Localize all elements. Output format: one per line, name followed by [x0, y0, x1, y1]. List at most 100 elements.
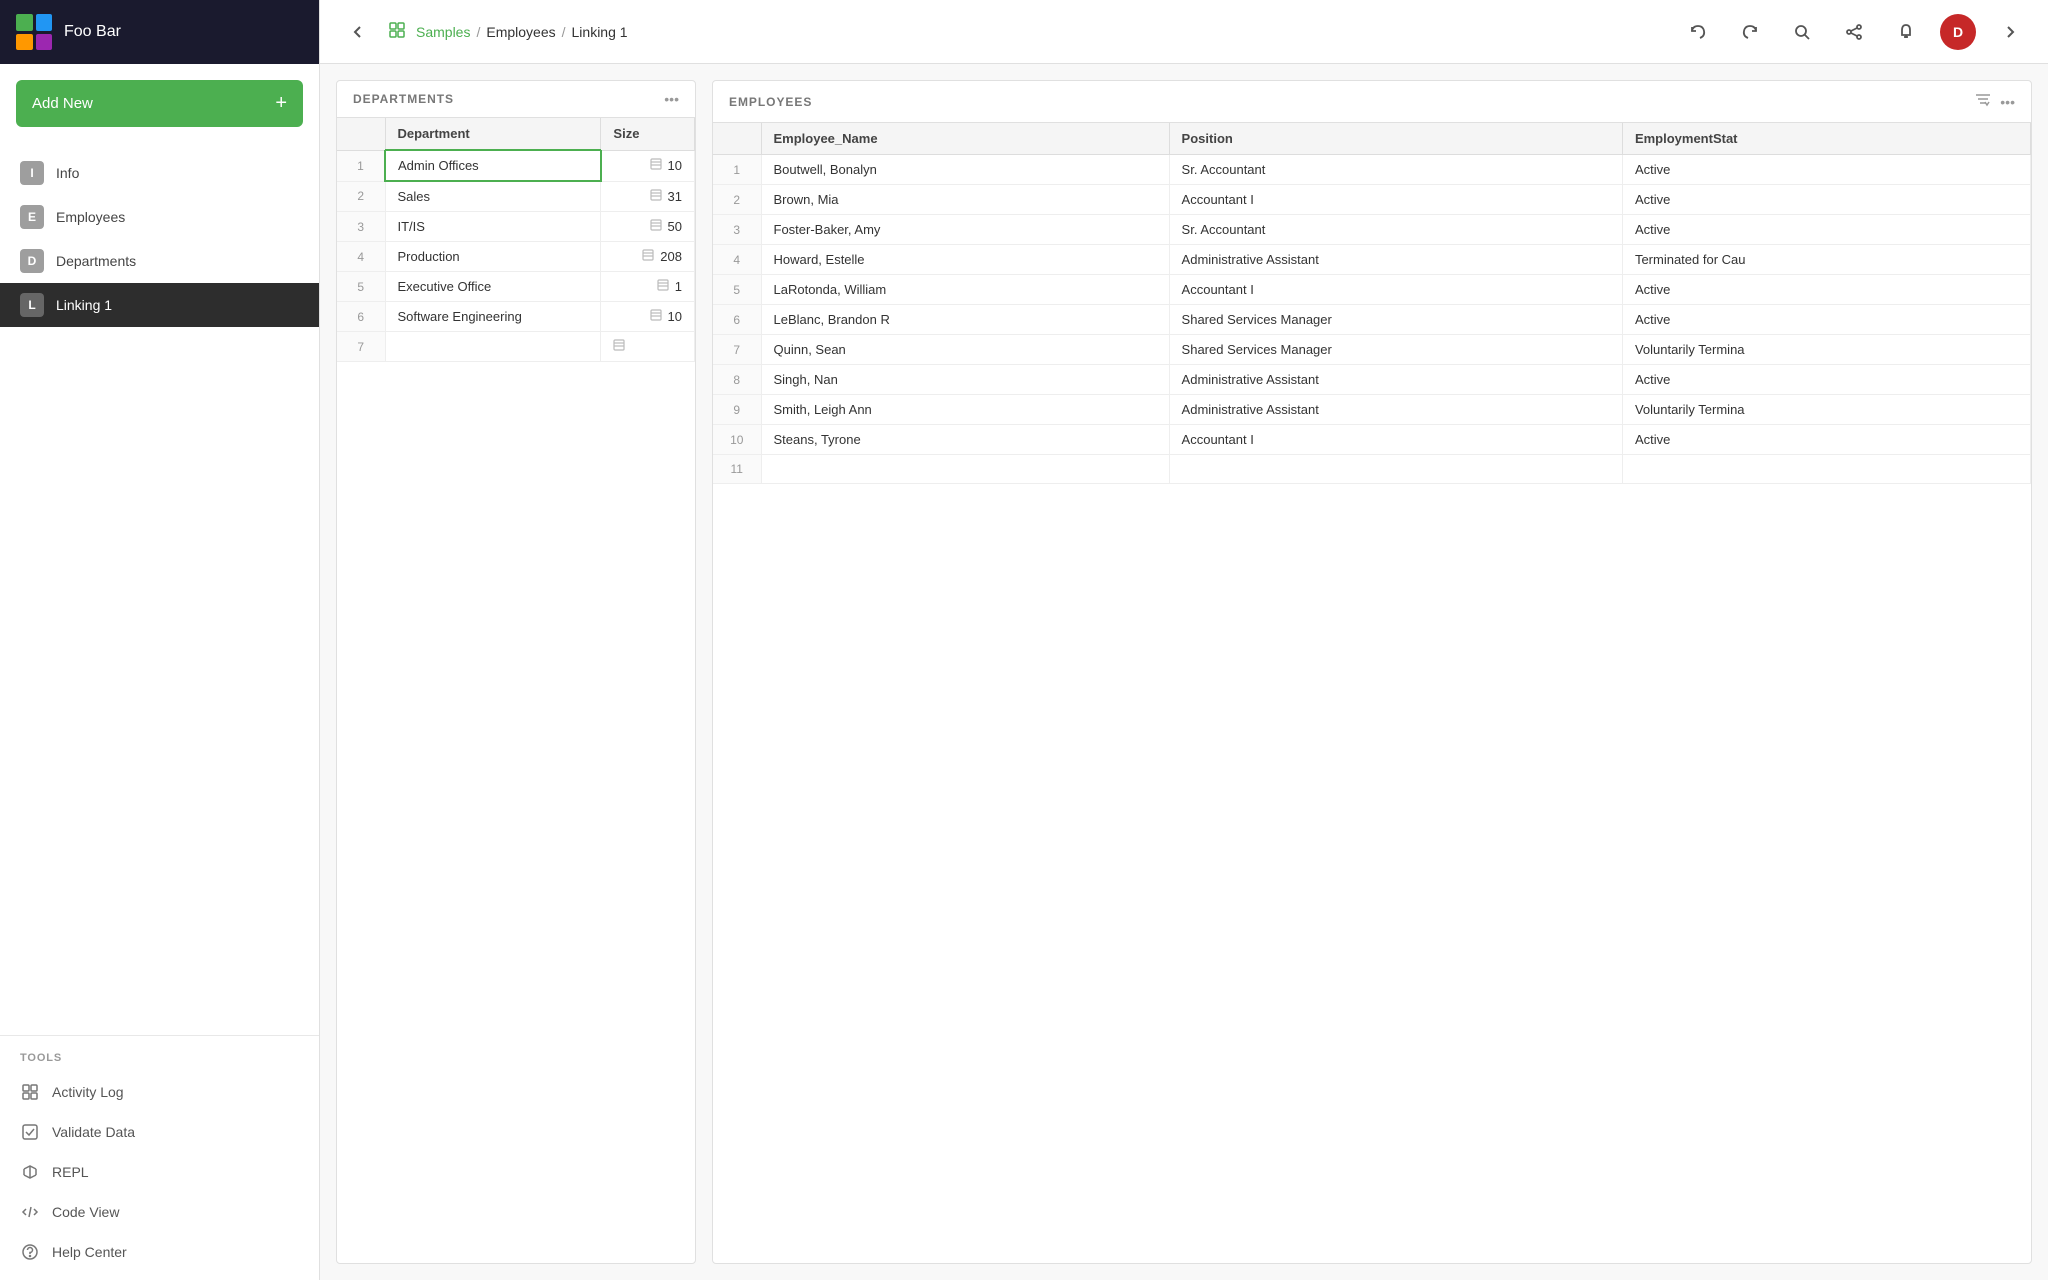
table-row[interactable]: 7 [337, 332, 695, 362]
status-cell[interactable]: Active [1622, 275, 2030, 305]
sidebar-item-departments[interactable]: D Departments [0, 239, 319, 283]
position-cell[interactable]: Shared Services Manager [1169, 305, 1622, 335]
size-cell[interactable]: 10 [601, 150, 695, 181]
employee-name-cell[interactable]: Foster-Baker, Amy [761, 215, 1169, 245]
table-row[interactable]: 3Foster-Baker, AmySr. AccountantActive [713, 215, 2031, 245]
department-cell[interactable] [385, 332, 601, 362]
position-cell[interactable]: Administrative Assistant [1169, 395, 1622, 425]
table-row[interactable]: 1Admin Offices10 [337, 150, 695, 181]
size-cell[interactable]: 208 [601, 242, 695, 272]
department-cell[interactable]: Admin Offices [385, 150, 601, 181]
dept-department-header[interactable]: Department [385, 118, 601, 150]
size-cell[interactable]: 10 [601, 302, 695, 332]
table-row[interactable]: 7Quinn, SeanShared Services ManagerVolun… [713, 335, 2031, 365]
sidebar-item-linking1[interactable]: L Linking 1 [0, 283, 319, 327]
status-cell[interactable]: Voluntarily Termina [1622, 395, 2030, 425]
user-avatar[interactable]: D [1940, 14, 1976, 50]
status-cell[interactable]: Active [1622, 155, 2030, 185]
employee-name-cell[interactable]: Brown, Mia [761, 185, 1169, 215]
add-new-button[interactable]: Add New + [16, 80, 303, 127]
row-number: 5 [337, 272, 385, 302]
departments-panel-title: DEPARTMENTS [353, 92, 454, 106]
undo-button[interactable] [1680, 14, 1716, 50]
department-cell[interactable]: IT/IS [385, 212, 601, 242]
app-title: Foo Bar [64, 23, 121, 41]
status-cell[interactable]: Active [1622, 215, 2030, 245]
status-cell[interactable]: Active [1622, 365, 2030, 395]
department-cell[interactable]: Executive Office [385, 272, 601, 302]
position-cell[interactable]: Accountant I [1169, 425, 1622, 455]
share-button[interactable] [1836, 14, 1872, 50]
position-cell[interactable]: Sr. Accountant [1169, 215, 1622, 245]
table-row[interactable]: 10Steans, TyroneAccountant IActive [713, 425, 2031, 455]
table-row[interactable]: 5LaRotonda, WilliamAccountant IActive [713, 275, 2031, 305]
table-row[interactable]: 5Executive Office1 [337, 272, 695, 302]
department-cell[interactable]: Software Engineering [385, 302, 601, 332]
tool-help-center[interactable]: Help Center [0, 1232, 319, 1272]
table-row[interactable]: 8Singh, NanAdministrative AssistantActiv… [713, 365, 2031, 395]
position-cell[interactable]: Sr. Accountant [1169, 155, 1622, 185]
table-row[interactable]: 3IT/IS50 [337, 212, 695, 242]
breadcrumb-workspace[interactable]: Samples [416, 24, 470, 40]
repl-icon [20, 1162, 40, 1182]
status-cell[interactable]: Voluntarily Termina [1622, 335, 2030, 365]
table-row[interactable]: 11 [713, 455, 2031, 484]
status-cell[interactable]: Active [1622, 185, 2030, 215]
status-cell[interactable]: Active [1622, 425, 2030, 455]
departments-panel-menu[interactable]: ••• [664, 91, 679, 107]
position-cell[interactable]: Administrative Assistant [1169, 245, 1622, 275]
sidebar-item-info[interactable]: I Info [0, 151, 319, 195]
employee-name-cell[interactable]: Quinn, Sean [761, 335, 1169, 365]
emp-position-header[interactable]: Position [1169, 123, 1622, 155]
sidebar-item-employees[interactable]: E Employees [0, 195, 319, 239]
employees-filter-icon[interactable] [1974, 91, 1992, 112]
employee-name-cell[interactable]: Boutwell, Bonalyn [761, 155, 1169, 185]
table-row[interactable]: 4Howard, EstelleAdministrative Assistant… [713, 245, 2031, 275]
position-cell[interactable]: Shared Services Manager [1169, 335, 1622, 365]
tool-repl[interactable]: REPL [0, 1152, 319, 1192]
department-cell[interactable]: Sales [385, 181, 601, 212]
size-cell[interactable]: 31 [601, 181, 695, 212]
table-row[interactable]: 2Sales31 [337, 181, 695, 212]
table-row[interactable]: 4Production208 [337, 242, 695, 272]
nav-forward-button[interactable] [1992, 14, 2028, 50]
tool-code-view[interactable]: Code View [0, 1192, 319, 1232]
employee-name-cell[interactable]: Steans, Tyrone [761, 425, 1169, 455]
status-cell[interactable]: Active [1622, 305, 2030, 335]
employee-name-cell[interactable]: Singh, Nan [761, 365, 1169, 395]
department-cell[interactable]: Production [385, 242, 601, 272]
position-cell[interactable]: Administrative Assistant [1169, 365, 1622, 395]
employee-name-cell[interactable]: Smith, Leigh Ann [761, 395, 1169, 425]
dept-size-header[interactable]: Size [601, 118, 695, 150]
nav-back-button[interactable] [340, 14, 376, 50]
size-cell[interactable]: 50 [601, 212, 695, 242]
employee-name-cell[interactable] [761, 455, 1169, 484]
position-cell[interactable]: Accountant I [1169, 185, 1622, 215]
employee-name-cell[interactable]: LaRotonda, William [761, 275, 1169, 305]
notifications-button[interactable] [1888, 14, 1924, 50]
employee-name-cell[interactable]: LeBlanc, Brandon R [761, 305, 1169, 335]
table-row[interactable]: 2Brown, MiaAccountant IActive [713, 185, 2031, 215]
status-cell[interactable] [1622, 455, 2030, 484]
redo-button[interactable] [1732, 14, 1768, 50]
table-row[interactable]: 6Software Engineering10 [337, 302, 695, 332]
search-button[interactable] [1784, 14, 1820, 50]
add-new-label: Add New [32, 95, 93, 112]
table-row[interactable]: 9Smith, Leigh AnnAdministrative Assistan… [713, 395, 2031, 425]
employees-panel-actions: ••• [1974, 91, 2015, 112]
content-area: DEPARTMENTS ••• Department Size 1Admi [320, 64, 2048, 1280]
employees-menu-icon[interactable]: ••• [2000, 94, 2015, 110]
employee-name-cell[interactable]: Howard, Estelle [761, 245, 1169, 275]
size-cell[interactable]: 1 [601, 272, 695, 302]
emp-status-header[interactable]: EmploymentStat [1622, 123, 2030, 155]
tool-activity-log[interactable]: Activity Log [0, 1072, 319, 1112]
position-cell[interactable]: Accountant I [1169, 275, 1622, 305]
status-cell[interactable]: Terminated for Cau [1622, 245, 2030, 275]
row-number: 2 [337, 181, 385, 212]
table-row[interactable]: 6LeBlanc, Brandon RShared Services Manag… [713, 305, 2031, 335]
size-cell[interactable] [601, 332, 695, 362]
emp-name-header[interactable]: Employee_Name [761, 123, 1169, 155]
tool-validate-data[interactable]: Validate Data [0, 1112, 319, 1152]
position-cell[interactable] [1169, 455, 1622, 484]
table-row[interactable]: 1Boutwell, BonalynSr. AccountantActive [713, 155, 2031, 185]
